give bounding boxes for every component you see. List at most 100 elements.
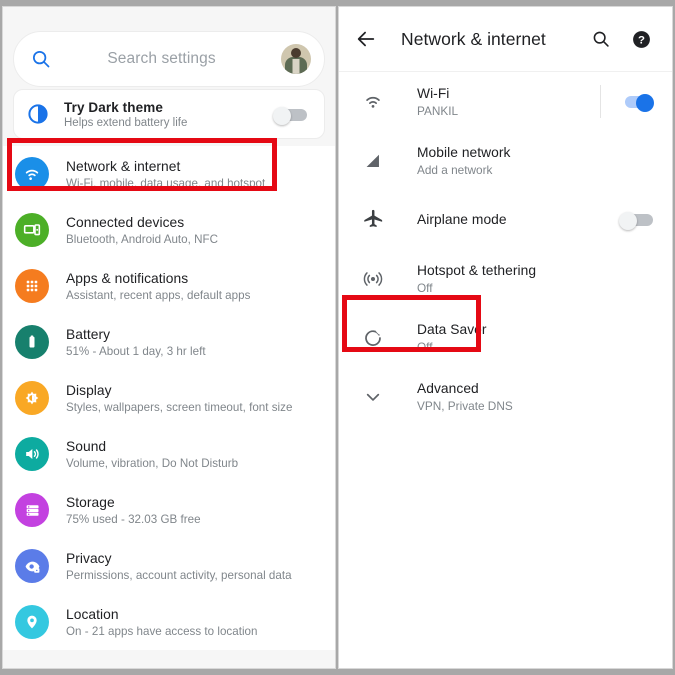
settings-item-connected-devices[interactable]: Connected devices Bluetooth, Android Aut… <box>3 202 335 258</box>
settings-item-apps[interactable]: Apps & notifications Assistant, recent a… <box>3 258 335 314</box>
network-item-text: Advanced VPN, Private DNS <box>417 381 672 413</box>
settings-item-subtitle: Bluetooth, Android Auto, NFC <box>66 232 219 246</box>
airplane-toggle-wrap[interactable] <box>619 212 654 230</box>
network-item-subtitle: VPN, Private DNS <box>417 398 513 413</box>
settings-item-title: Location <box>66 606 119 622</box>
settings-panel: Search settings Try Dark theme Helps ext… <box>2 6 336 669</box>
back-arrow-icon[interactable] <box>355 28 377 50</box>
signal-bars-icon <box>360 148 386 174</box>
settings-item-text: Apps & notifications Assistant, recent a… <box>66 271 250 302</box>
chevron-down-icon <box>360 384 386 410</box>
settings-item-text: Storage 75% used - 32.03 GB free <box>66 495 201 526</box>
settings-item-display[interactable]: Display Styles, wallpapers, screen timeo… <box>3 370 335 426</box>
settings-item-storage[interactable]: Storage 75% used - 32.03 GB free <box>3 482 335 538</box>
settings-item-network[interactable]: Network & internet Wi-Fi, mobile, data u… <box>3 146 335 202</box>
toggle-knob <box>619 212 637 230</box>
settings-item-text: Location On - 21 apps have access to loc… <box>66 607 257 638</box>
network-item-data-saver[interactable]: Data Saver Off <box>339 308 672 367</box>
network-item-title: Mobile network <box>417 144 511 160</box>
avatar-shirt <box>292 59 300 74</box>
dark-theme-icon <box>28 104 48 124</box>
settings-list: Network & internet Wi-Fi, mobile, data u… <box>3 146 335 650</box>
network-item-hotspot[interactable]: Hotspot & tethering Off <box>339 249 672 308</box>
settings-item-subtitle: Wi-Fi, mobile, data usage, and hotspot <box>66 176 266 190</box>
network-item-subtitle: Off <box>417 339 433 354</box>
settings-item-text: Network & internet Wi-Fi, mobile, data u… <box>66 159 265 190</box>
wifi-toggle-wrap[interactable] <box>619 94 654 112</box>
settings-item-subtitle: Volume, vibration, Do Not Disturb <box>66 456 239 470</box>
network-item-title: Data Saver <box>417 321 487 337</box>
settings-item-title: Connected devices <box>66 214 185 230</box>
panel-header: Network & internet ? <box>339 7 672 72</box>
settings-item-location[interactable]: Location On - 21 apps have access to loc… <box>3 594 335 650</box>
network-item-text: Airplane mode <box>417 212 619 227</box>
svg-text:?: ? <box>638 34 645 46</box>
dark-theme-text: Try Dark theme Helps extend battery life <box>64 100 273 129</box>
settings-item-text: Battery 51% - About 1 day, 3 hr left <box>66 327 206 358</box>
storage-icon <box>15 493 49 527</box>
brightness-icon <box>15 381 49 415</box>
wifi-icon <box>360 89 386 115</box>
settings-item-sound[interactable]: Sound Volume, vibration, Do Not Disturb <box>3 426 335 482</box>
network-item-advanced[interactable]: Advanced VPN, Private DNS <box>339 367 672 426</box>
settings-item-title: Display <box>66 382 112 398</box>
privacy-eye-lock-icon <box>15 549 49 583</box>
airplane-icon <box>360 207 386 233</box>
settings-item-subtitle: Styles, wallpapers, screen timeout, font… <box>66 400 293 414</box>
network-item-text: Wi-Fi PANKIL <box>417 86 600 118</box>
avatar-head <box>291 48 301 58</box>
search-icon[interactable] <box>591 29 611 49</box>
speaker-icon <box>15 437 49 471</box>
help-icon[interactable]: ? <box>631 29 652 50</box>
network-item-subtitle: PANKIL <box>417 103 459 118</box>
settings-item-text: Privacy Permissions, account activity, p… <box>66 551 292 582</box>
network-item-title: Airplane mode <box>417 212 507 227</box>
settings-item-subtitle: 51% - About 1 day, 3 hr left <box>66 344 206 358</box>
screenshot-stage: Search settings Try Dark theme Helps ext… <box>0 0 675 675</box>
network-item-wifi[interactable]: Wi-Fi PANKIL <box>339 72 672 131</box>
dark-theme-subtitle: Helps extend battery life <box>64 116 188 129</box>
connected-devices-icon <box>15 213 49 247</box>
network-item-text: Data Saver Off <box>417 322 672 354</box>
network-item-text: Hotspot & tethering Off <box>417 263 672 295</box>
toggle-knob <box>273 106 291 125</box>
wifi-icon <box>15 157 49 191</box>
settings-item-subtitle: 75% used - 32.03 GB free <box>66 512 201 526</box>
dark-theme-card[interactable]: Try Dark theme Helps extend battery life <box>13 89 325 139</box>
network-item-mobile-network[interactable]: Mobile network Add a network <box>339 131 672 190</box>
network-item-airplane-mode[interactable]: Airplane mode <box>339 190 672 249</box>
network-settings-list: Wi-Fi PANKIL Mobile network Add a networ… <box>339 72 672 426</box>
settings-item-subtitle: Permissions, account activity, personal … <box>66 568 292 582</box>
settings-item-text: Sound Volume, vibration, Do Not Disturb <box>66 439 238 470</box>
settings-item-text: Display Styles, wallpapers, screen timeo… <box>66 383 292 414</box>
settings-item-title: Network & internet <box>66 158 181 174</box>
network-item-title: Wi-Fi <box>417 85 450 101</box>
network-item-title: Hotspot & tethering <box>417 262 537 278</box>
settings-item-title: Sound <box>66 438 107 454</box>
avatar[interactable] <box>281 44 311 74</box>
settings-item-text: Connected devices Bluetooth, Android Aut… <box>66 215 218 246</box>
network-internet-panel: Network & internet ? Wi-Fi PANKIL Mobile… <box>338 6 673 669</box>
airplane-mode-toggle[interactable] <box>619 212 654 230</box>
toggle-knob <box>636 94 654 112</box>
search-bar[interactable]: Search settings <box>13 31 325 87</box>
settings-item-privacy[interactable]: Privacy Permissions, account activity, p… <box>3 538 335 594</box>
network-item-subtitle: Add a network <box>417 162 493 177</box>
settings-item-title: Apps & notifications <box>66 270 189 286</box>
search-input[interactable]: Search settings <box>42 50 281 68</box>
dark-theme-toggle[interactable] <box>273 106 308 125</box>
dark-theme-title: Try Dark theme <box>64 99 163 115</box>
settings-item-battery[interactable]: Battery 51% - About 1 day, 3 hr left <box>3 314 335 370</box>
settings-item-title: Battery <box>66 326 111 342</box>
settings-item-subtitle: On - 21 apps have access to location <box>66 624 258 638</box>
vertical-divider <box>600 85 601 118</box>
data-saver-icon <box>360 325 386 351</box>
apps-grid-icon <box>15 269 49 303</box>
settings-item-title: Privacy <box>66 550 112 566</box>
settings-item-subtitle: Assistant, recent apps, default apps <box>66 288 251 302</box>
network-item-text: Mobile network Add a network <box>417 145 672 177</box>
wifi-toggle[interactable] <box>619 94 654 112</box>
hotspot-icon <box>360 266 386 292</box>
battery-icon <box>15 325 49 359</box>
location-pin-icon <box>15 605 49 639</box>
